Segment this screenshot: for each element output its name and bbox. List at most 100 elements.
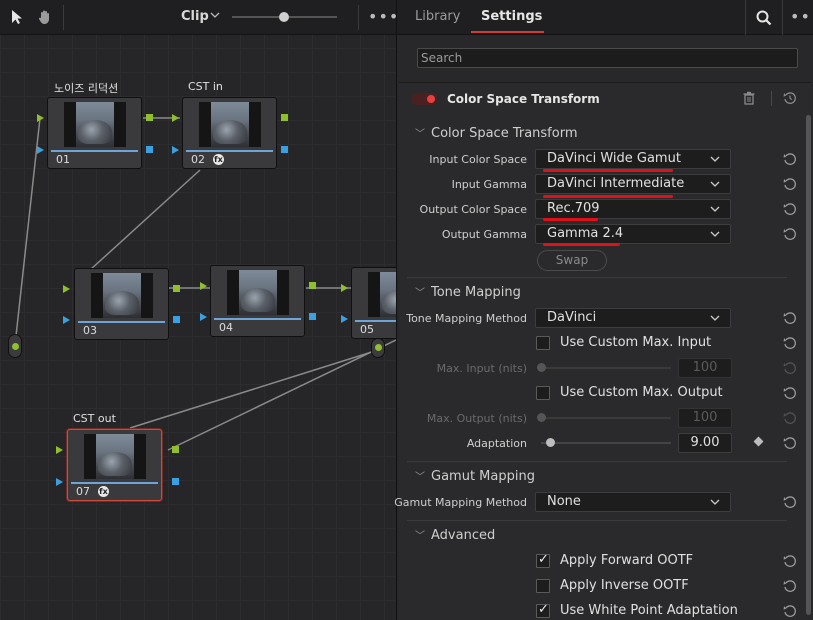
reset-icon[interactable] (783, 177, 797, 191)
reset-icon[interactable] (783, 604, 797, 618)
chevron-down-icon: ﹀ (415, 531, 425, 542)
node-04-key-input[interactable] (200, 313, 207, 321)
clip-mode-label[interactable]: Clip (181, 9, 209, 24)
node-07-rgb-output[interactable] (172, 446, 179, 453)
section-gamut-mapping[interactable]: ﹀ Gamut Mapping (415, 468, 535, 484)
node-07-key-input[interactable] (56, 478, 63, 486)
reset-icon[interactable] (783, 554, 797, 568)
max-input-field: 100 (678, 358, 732, 378)
use-custom-max-output-label: Use Custom Max. Output (560, 385, 723, 400)
rgb-output-port[interactable] (371, 338, 385, 358)
reset-icon[interactable] (783, 436, 797, 450)
tone-mapping-method-select[interactable]: DaVinci (535, 308, 731, 328)
output-gamma-select[interactable]: Gamma 2.4 (535, 224, 731, 244)
node-04-key-output[interactable] (309, 313, 316, 320)
search-button[interactable] (745, 0, 783, 35)
use-custom-max-output-checkbox[interactable] (536, 386, 550, 400)
node-editor[interactable]: Clip ••• 노이즈 리덕션 CST in CST out 01 02 fx (0, 0, 396, 620)
more-options-icon[interactable]: ••• (790, 9, 813, 25)
node-04-rgb-input[interactable] (200, 282, 207, 290)
resolve-color-page: Clip ••• 노이즈 리덕션 CST in CST out 01 02 fx (0, 0, 813, 620)
reset-icon[interactable] (783, 152, 797, 166)
apply-inverse-ootf-checkbox[interactable] (536, 579, 550, 593)
apply-forward-ootf-checkbox[interactable] (536, 552, 550, 568)
hand-tool[interactable] (35, 7, 55, 27)
max-output-label: Max. Output (nits) (426, 412, 527, 425)
pointer-tool[interactable] (7, 7, 27, 27)
node-03[interactable]: 03 (74, 268, 169, 340)
chevron-down-icon (710, 231, 720, 237)
node-07[interactable]: 07 fx (67, 429, 162, 501)
node-07-title: CST out (73, 412, 116, 425)
reset-icon[interactable] (783, 579, 797, 593)
node-02[interactable]: 02 fx (182, 97, 277, 169)
zoom-slider-handle[interactable] (279, 12, 289, 22)
node-07-key-output[interactable] (172, 478, 179, 485)
node-02-title: CST in (188, 80, 223, 93)
adaptation-field[interactable]: 9.00 (678, 433, 732, 453)
input-gamma-select[interactable]: DaVinci Intermediate (535, 174, 731, 194)
section-advanced[interactable]: ﹀ Advanced (415, 527, 495, 543)
source-input-port[interactable] (8, 334, 22, 358)
swap-button[interactable]: Swap (537, 250, 607, 271)
node-03-rgb-output[interactable] (173, 285, 180, 292)
effect-enable-toggle[interactable] (411, 93, 437, 105)
effect-fx-icon: fx (213, 154, 224, 165)
gamut-mapping-method-select[interactable]: None (535, 492, 731, 512)
node-thumbnail (368, 272, 396, 317)
node-02-rgb-output[interactable] (281, 114, 288, 121)
node-05[interactable]: 05 (351, 267, 396, 339)
node-01-rgb-output[interactable] (146, 114, 153, 121)
adaptation-slider-handle[interactable] (546, 438, 555, 447)
node-07-rgb-input[interactable] (56, 446, 63, 454)
chevron-down-icon[interactable] (210, 10, 220, 20)
trash-icon[interactable] (743, 91, 755, 105)
use-white-point-adaptation-checkbox[interactable] (536, 602, 550, 618)
node-01-rgb-input[interactable] (37, 114, 44, 122)
section-color-space-transform[interactable]: ﹀ Color Space Transform (415, 125, 578, 141)
node-02-rgb-input[interactable] (172, 114, 179, 122)
reset-icon[interactable] (783, 311, 797, 325)
reset-icon[interactable] (783, 495, 797, 509)
reset-icon[interactable] (783, 336, 797, 350)
node-04[interactable]: 04 (210, 265, 305, 337)
output-gamma-label: Output Gamma (441, 228, 527, 241)
adaptation-slider[interactable] (541, 442, 671, 444)
section-title: Tone Mapping (431, 285, 521, 300)
node-05-rgb-input[interactable] (341, 284, 348, 292)
search-input[interactable]: Search (417, 48, 798, 68)
node-02-key-input[interactable] (172, 146, 179, 154)
apply-inverse-ootf-label: Apply Inverse OOTF (560, 578, 689, 593)
tone-mapping-method-label: Tone Mapping Method (406, 312, 527, 325)
node-01-key-output[interactable] (146, 146, 153, 153)
tab-settings[interactable]: Settings (481, 9, 542, 24)
node-03-rgb-input[interactable] (63, 285, 70, 293)
reset-icon[interactable] (783, 227, 797, 241)
reset-icon[interactable] (783, 386, 797, 400)
node-01[interactable]: 01 (47, 97, 142, 169)
effect-fx-icon: fx (98, 486, 109, 497)
node-05-key-input[interactable] (341, 315, 348, 323)
reset-effect-icon[interactable] (783, 91, 797, 105)
gamut-mapping-method-label: Gamut Mapping Method (394, 496, 527, 509)
use-custom-max-input-checkbox[interactable] (536, 336, 550, 350)
reset-icon[interactable] (783, 202, 797, 216)
node-04-rgb-output[interactable] (309, 282, 316, 289)
tab-library[interactable]: Library (415, 9, 460, 24)
chevron-down-icon (710, 499, 720, 505)
node-02-key-output[interactable] (281, 146, 288, 153)
hand-icon (38, 10, 49, 24)
section-title: Advanced (431, 528, 496, 543)
node-01-key-input[interactable] (37, 146, 44, 154)
node-03-key-input[interactable] (63, 316, 70, 324)
chevron-down-icon (710, 206, 720, 212)
output-color-space-select[interactable]: Rec.709 (535, 199, 731, 219)
more-options-icon[interactable]: ••• (368, 9, 396, 25)
toolbar-divider (63, 5, 64, 30)
section-title: Gamut Mapping (431, 469, 535, 484)
active-tab-indicator (471, 31, 544, 33)
section-tone-mapping[interactable]: ﹀ Tone Mapping (415, 284, 521, 300)
node-03-key-output[interactable] (173, 316, 180, 323)
input-color-space-select[interactable]: DaVinci Wide Gamut (535, 149, 731, 169)
panel-scrollbar[interactable] (806, 115, 811, 615)
